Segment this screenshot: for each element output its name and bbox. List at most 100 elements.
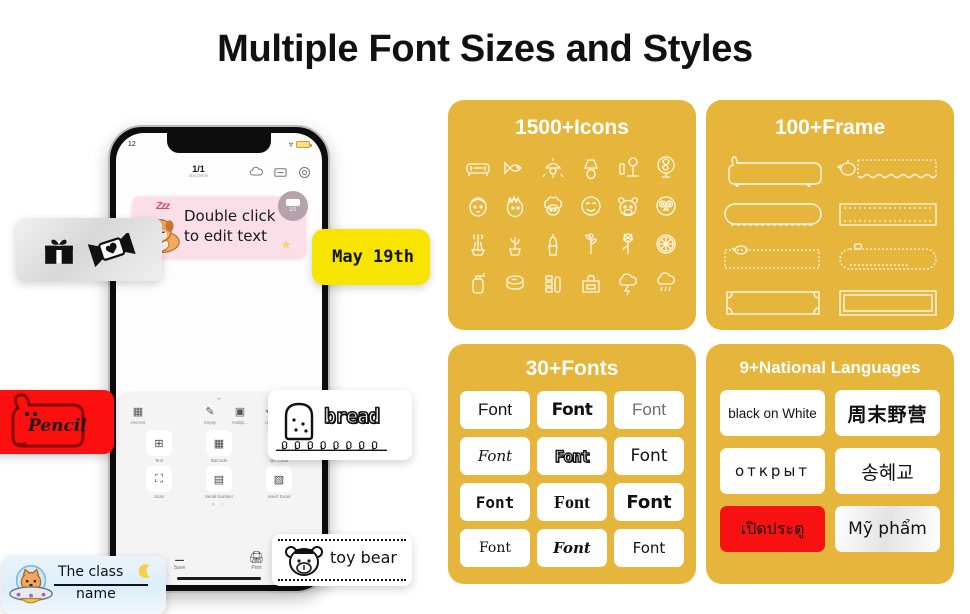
- phone-mockup-area: 12 ▿ 1/1 40x14mm Zzz Double click to edi…: [0, 90, 440, 614]
- font-sample-3[interactable]: Font: [614, 391, 684, 429]
- tool-scan[interactable]: ⛶ Scan: [130, 466, 188, 499]
- eyeshadow-palette-icon[interactable]: [535, 266, 571, 298]
- fish-food-icon[interactable]: [498, 152, 534, 184]
- settings-gear-icon[interactable]: [297, 165, 312, 180]
- succulent-pot-icon[interactable]: [535, 228, 571, 260]
- font-grid: Font Font Font Font Font Font Font Font …: [448, 381, 696, 567]
- save-icon: ⚊: [174, 550, 185, 564]
- quick-action-multiply[interactable]: ▣ Multipl...: [227, 406, 253, 425]
- panel-languages: 9+National Languages black on White 周末野营…: [706, 344, 954, 584]
- double-line-frame[interactable]: [835, 198, 940, 232]
- tool-barcode[interactable]: ▦ Barcode: [190, 430, 248, 463]
- sofa-icon[interactable]: [460, 152, 496, 184]
- quick-action-element[interactable]: ▦ element: [125, 406, 151, 425]
- badge-count: 1/1: [289, 207, 297, 213]
- sticker-class-label[interactable]: The class name: [2, 556, 166, 614]
- electric-fan-icon[interactable]: [648, 152, 684, 184]
- curly-hair-face-icon[interactable]: [535, 190, 571, 222]
- sticker-toybear-text: toy bear: [330, 548, 397, 567]
- font-sample-2[interactable]: Font: [537, 391, 607, 429]
- potted-flower-icon[interactable]: [460, 228, 496, 260]
- dotted-bird-frame[interactable]: [720, 242, 825, 276]
- cow-face-icon[interactable]: [611, 190, 647, 222]
- tool-insert-excel[interactable]: ▧ Insert Excel: [250, 466, 308, 499]
- powder-compact-icon[interactable]: [498, 266, 534, 298]
- sticker-bread-text: bread: [323, 403, 381, 429]
- rain-cloud-icon[interactable]: [648, 266, 684, 298]
- quick-action-multiply-label: Multipl...: [232, 420, 248, 425]
- status-time: 12: [128, 140, 136, 148]
- corner-ornament-frame[interactable]: [720, 286, 825, 320]
- scan-frame-icon: ⛶: [146, 466, 172, 492]
- tool-serial-number[interactable]: ▤ Serial Number: [190, 466, 248, 499]
- sticker-date-label[interactable]: May 19th: [312, 229, 430, 285]
- language-grid: black on White 周末野营 открыт 송혜교 เปิดประตู…: [706, 378, 954, 552]
- label-size-icon[interactable]: [273, 165, 288, 180]
- double-border-frame[interactable]: [835, 286, 940, 320]
- quick-action-element-label: element: [130, 420, 146, 425]
- spiky-hair-face-icon[interactable]: [498, 190, 534, 222]
- panel-fonts-title: 30+Fonts: [525, 357, 619, 380]
- dandelion-icon[interactable]: [611, 228, 647, 260]
- page-title: Multiple Font Sizes and Styles: [217, 28, 753, 70]
- font-sample-6[interactable]: Font: [614, 437, 684, 475]
- page-count: 1/1 40x14mm: [148, 164, 249, 179]
- label-badge[interactable]: 1/1: [278, 191, 308, 221]
- smiling-face-icon[interactable]: [573, 190, 609, 222]
- sticker-gift-label[interactable]: [16, 218, 162, 281]
- font-sample-4[interactable]: Font: [460, 437, 530, 475]
- panel-icons: 1500+Icons: [448, 100, 696, 330]
- language-sample-chinese[interactable]: 周末野营: [835, 390, 940, 436]
- font-sample-10[interactable]: Font: [460, 529, 530, 567]
- candy-heart-icon: [88, 232, 136, 267]
- boy-face-icon[interactable]: [460, 190, 496, 222]
- pendant-lamp-icon[interactable]: [535, 152, 571, 184]
- save-button[interactable]: ⚊ Save: [174, 550, 185, 571]
- font-sample-8[interactable]: Font: [537, 483, 607, 521]
- language-sample-russian[interactable]: открыт: [720, 448, 825, 494]
- citrus-slice-icon[interactable]: [648, 228, 684, 260]
- font-sample-9[interactable]: Font: [614, 483, 684, 521]
- leaf-pill-frame[interactable]: [835, 242, 940, 276]
- language-sample-english[interactable]: black on White: [720, 390, 825, 436]
- thunder-cloud-icon[interactable]: [611, 266, 647, 298]
- table-lamp-icon[interactable]: [573, 152, 609, 184]
- language-sample-vietnamese[interactable]: Mỹ phẩm: [835, 506, 940, 552]
- phone-screen: 12 ▿ 1/1 40x14mm Zzz Double click to edi…: [116, 133, 322, 585]
- sticker-toybear-label[interactable]: toy bear: [272, 534, 412, 586]
- save-label: Save: [173, 565, 186, 571]
- dotted-leaf-border-bottom: [278, 579, 406, 581]
- gift-box-icon: [45, 239, 73, 264]
- quick-action-empty-label: Empty: [204, 420, 216, 425]
- bird-dashed-frame[interactable]: [835, 154, 940, 188]
- tool-text[interactable]: ⊞ Text: [130, 430, 188, 463]
- font-sample-7[interactable]: Font: [460, 483, 530, 521]
- eraser-icon: ✎: [205, 406, 215, 418]
- cactus-pot-icon[interactable]: [498, 228, 534, 260]
- status-bar: 12 ▿: [116, 136, 322, 152]
- font-sample-1[interactable]: Font: [460, 391, 530, 429]
- owl-face-icon[interactable]: [648, 190, 684, 222]
- font-sample-5[interactable]: Font: [537, 437, 607, 475]
- font-sample-12[interactable]: Font: [614, 529, 684, 567]
- sticker-bread-label[interactable]: bread: [268, 390, 412, 460]
- print-button[interactable]: 🖨 Print: [249, 550, 264, 571]
- cosmetic-case-icon[interactable]: [573, 266, 609, 298]
- bunny-banner-frame[interactable]: [720, 154, 825, 188]
- printer-icon: 🖨: [248, 550, 265, 564]
- rounded-stitch-frame[interactable]: [720, 198, 825, 232]
- language-sample-korean[interactable]: 송혜교: [835, 448, 940, 494]
- tool-text-label: Text: [154, 458, 164, 463]
- sprout-icon[interactable]: [573, 228, 609, 260]
- bear-face-icon: [285, 546, 323, 576]
- excel-icon: ▧: [266, 466, 292, 492]
- cloud-save-icon[interactable]: [249, 165, 264, 180]
- icon-grid: [448, 140, 696, 298]
- sticker-pencil-label[interactable]: Pencil: [0, 390, 114, 454]
- floor-lamp-icon[interactable]: [611, 152, 647, 184]
- language-sample-thai[interactable]: เปิดประตู: [720, 506, 825, 552]
- quick-action-empty[interactable]: ✎ Empty: [197, 406, 223, 425]
- lotion-pump-icon[interactable]: [460, 266, 496, 298]
- cat-ufo-sticker: [9, 565, 53, 604]
- font-sample-11[interactable]: Font: [537, 529, 607, 567]
